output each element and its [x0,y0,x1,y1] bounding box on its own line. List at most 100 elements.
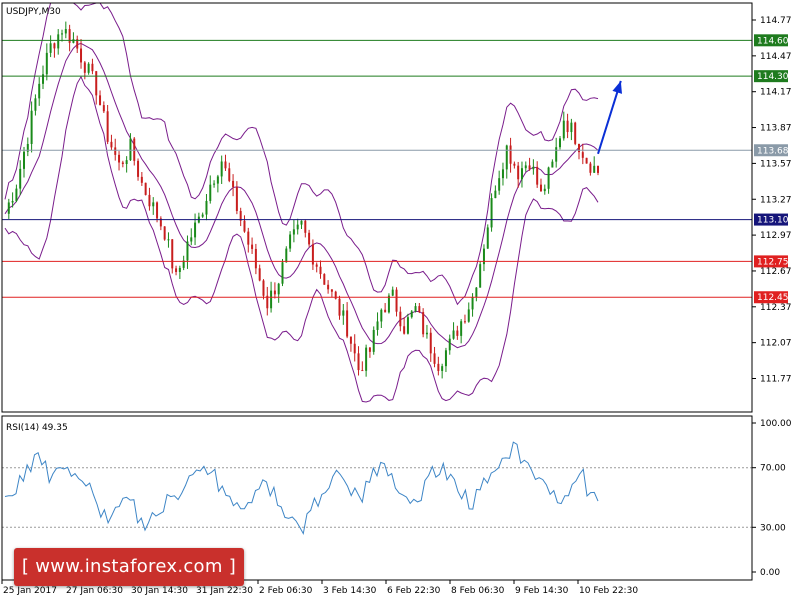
candle-body [247,231,250,245]
candle-body [551,161,554,168]
candle-body [281,262,284,284]
candle-body [171,239,174,269]
candle-body [410,311,413,318]
candle-body [121,162,124,165]
candle-body [368,347,371,352]
candle-body [38,83,41,99]
candle-body [418,306,421,313]
candle-body [577,143,580,153]
candle-body [452,330,455,339]
candle-body [555,147,558,162]
x-tick-label: 8 Feb 06:30 [451,586,505,596]
candle-body [209,184,212,201]
candle-body [213,183,216,185]
x-tick-label: 27 Jan 06:30 [66,586,123,596]
price-tick-label: 112.67 [760,267,792,277]
candle-body [64,29,67,34]
candle-body [144,182,147,195]
candle-body [91,63,94,72]
candle-body [137,160,140,177]
candle-body [292,229,295,235]
symbol-label: USDJPY,M30 [6,7,61,17]
price-tick-label: 113.27 [760,195,792,205]
watermark-banner[interactable]: [ www.instaforex.com ] [14,548,244,586]
candle-body [194,222,197,238]
rsi-tick-label: 30.00 [760,523,786,533]
price-level-label: 113.10 [757,216,789,226]
candle-body [441,366,444,371]
candle-body [315,264,318,267]
candle-body [505,145,508,170]
candle-body [494,190,497,199]
candle-body [201,214,204,217]
candle-body [83,62,86,73]
candle-body [148,194,151,207]
price-level-label: 114.30 [757,72,789,82]
candle-body [479,264,482,288]
candle-body [372,329,375,352]
candle-body [61,33,64,35]
candle-body [414,306,417,312]
candle-body [520,168,523,180]
price-tick-label: 113.57 [760,159,792,169]
candle-body [391,289,394,296]
candle-body [167,239,170,241]
x-tick-label: 2 Feb 06:30 [259,586,313,596]
candle-body [133,138,136,161]
candle-body [57,34,60,49]
price-level-label: 113.68 [757,146,789,156]
candle-body [163,226,166,240]
candle-body [403,326,406,334]
candle-body [106,111,109,142]
x-tick-label: 9 Feb 14:30 [515,586,569,596]
candle-body [296,224,299,230]
candle-body [224,161,227,169]
candle-body [425,332,428,335]
candle-body [349,336,352,344]
candle-body [285,248,288,263]
candle-body [524,165,527,169]
candle-body [437,363,440,371]
candle-body [125,160,128,165]
candle-body [243,220,246,232]
candle-body [365,347,368,371]
candle-body [7,202,10,214]
price-level-label: 114.60 [757,36,789,46]
price-tick-label: 113.87 [760,124,792,134]
candle-body [152,202,155,207]
candle-body [562,120,565,139]
candle-body [300,220,303,225]
candle-body [486,227,489,249]
candle-body [23,151,26,169]
watermark-text: [ www.instaforex.com ] [21,556,237,577]
candle-body [95,71,98,96]
price-level-label: 112.45 [757,293,789,303]
candle-body [232,180,235,187]
candle-body [361,370,364,372]
candle-body [129,138,132,161]
candle-body [80,48,83,63]
candle-body [156,202,159,219]
candle-body [220,161,223,177]
candle-body [547,167,550,189]
candle-body [585,157,588,164]
candle-body [235,186,238,211]
candle-body [513,163,516,166]
candle-body [558,138,561,148]
candle-body [19,168,22,189]
candle-body [87,63,90,73]
candle-body [498,178,501,191]
price-tick-label: 112.07 [760,339,792,349]
candle-body [543,188,546,192]
price-tick-label: 111.77 [760,375,792,385]
candle-body [539,184,542,192]
candle-body [15,188,18,202]
candle-body [34,98,37,111]
candle-body [330,289,333,292]
candle-body [327,284,330,290]
candle-body [228,168,231,181]
candle-body [384,309,387,313]
candle-body [49,43,52,53]
candle-body [338,298,341,316]
candle-body [304,220,307,233]
